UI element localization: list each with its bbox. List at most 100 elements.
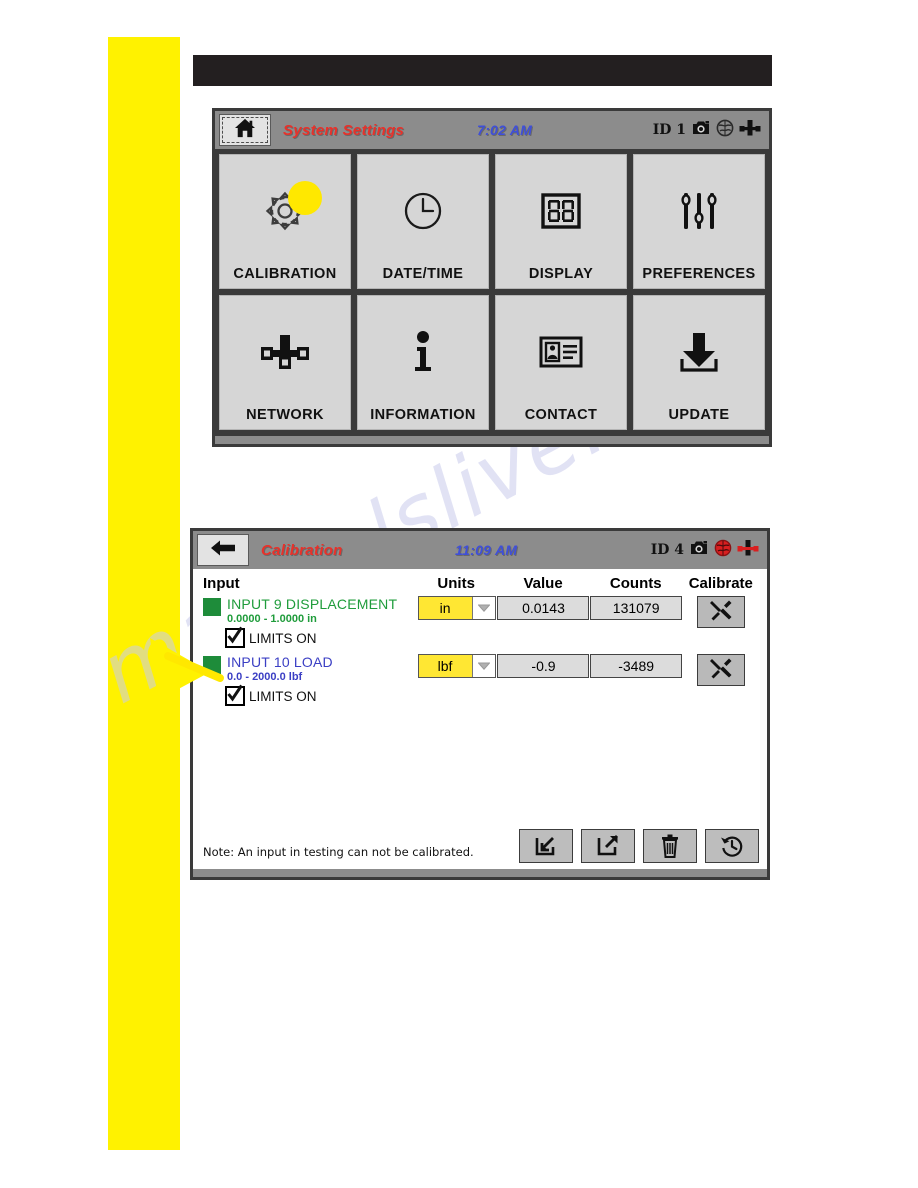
value-field: 0.0143 xyxy=(497,596,590,620)
table-row: INPUT 9 DISPLACEMENT 0.0000 - 1.0000 in … xyxy=(203,596,759,648)
arrow-in-icon xyxy=(535,837,555,856)
page-top-rule xyxy=(193,55,772,86)
tile-label: INFORMATION xyxy=(370,407,476,423)
counts-cell: -3489 xyxy=(589,654,683,678)
screen1-title: System Settings xyxy=(283,121,405,139)
counts-cell: 131079 xyxy=(589,596,683,620)
globe-icon-red[interactable] xyxy=(714,539,732,562)
units-cell: lbf xyxy=(416,654,498,678)
col-header-input: Input xyxy=(203,575,240,592)
limits-checkbox[interactable] xyxy=(225,684,245,706)
chevron-down-icon[interactable] xyxy=(471,597,495,619)
network-icon-red[interactable] xyxy=(737,539,759,562)
units-value: in xyxy=(418,597,472,619)
status-badge xyxy=(203,656,221,674)
col-header-units: Units xyxy=(437,575,475,592)
calibrate-button[interactable] xyxy=(696,654,745,686)
value-cell: 0.0143 xyxy=(497,596,590,620)
calibration-callout-dot xyxy=(288,181,322,215)
chevron-down-icon[interactable] xyxy=(471,655,495,677)
tile-label: UPDATE xyxy=(668,407,730,423)
screen1-header: System Settings 7:02 AM ID 1 xyxy=(215,111,769,149)
calibration-screen: Calibration 11:09 AM ID 4 Input Units Va… xyxy=(190,528,770,880)
screen1-time: 7:02 AM xyxy=(477,122,533,138)
col-header-calibrate: Calibrate xyxy=(688,575,753,592)
tile-preferences[interactable]: PREFERENCES xyxy=(633,154,765,289)
input-cell[interactable]: INPUT 10 LOAD 0.0 - 2000.0 lbf LIMITS ON xyxy=(203,654,416,706)
limits-toggle[interactable]: LIMITS ON xyxy=(225,626,416,648)
screen2-title: Calibration xyxy=(261,541,343,559)
footer-note: Note: An input in testing can not be cal… xyxy=(203,845,474,859)
settings-tile-grid: CALIBRATION DATE/TIME DISPLAY PREFERENCE… xyxy=(215,149,769,436)
back-arrow-icon xyxy=(210,539,236,562)
arrow-out-icon xyxy=(597,835,618,856)
calibrate-button[interactable] xyxy=(696,596,745,628)
footer-button-group xyxy=(519,829,759,863)
info-icon xyxy=(358,296,488,407)
history-icon xyxy=(721,836,743,857)
tile-contact[interactable]: CONTACT xyxy=(495,295,627,430)
col-header-value: Value xyxy=(523,575,563,592)
calibrate-cell xyxy=(683,654,759,686)
home-button[interactable] xyxy=(219,114,271,146)
tile-label: CALIBRATION xyxy=(233,266,337,282)
seven-segment-icon xyxy=(496,155,626,266)
page-highlight-bar xyxy=(108,37,180,1150)
clock-icon xyxy=(358,155,488,266)
tile-network[interactable]: NETWORK xyxy=(219,295,351,430)
screen2-time: 11:09 AM xyxy=(455,542,518,558)
network-icon[interactable] xyxy=(739,119,761,142)
table-row: INPUT 10 LOAD 0.0 - 2000.0 lbf LIMITS ON… xyxy=(203,654,759,706)
export-button[interactable] xyxy=(581,829,635,863)
input-range: 0.0 - 2000.0 lbf xyxy=(227,671,303,683)
globe-icon[interactable] xyxy=(716,119,734,142)
value-cell: -0.9 xyxy=(497,654,590,678)
tile-label: PREFERENCES xyxy=(642,266,756,282)
tile-information[interactable]: INFORMATION xyxy=(357,295,489,430)
gear-icon xyxy=(220,155,350,266)
camera-icon[interactable] xyxy=(691,120,711,141)
back-button[interactable] xyxy=(197,534,249,566)
camera-icon[interactable] xyxy=(689,540,709,561)
tile-display[interactable]: DISPLAY xyxy=(495,154,627,289)
units-dropdown[interactable]: in xyxy=(417,596,496,620)
screen2-status-icons: ID 4 xyxy=(651,539,759,562)
units-value: lbf xyxy=(418,655,472,677)
system-settings-screen: System Settings 7:02 AM ID 1 CALIBRATION… xyxy=(212,108,772,447)
value-field: -0.9 xyxy=(497,654,590,678)
calibrate-cell xyxy=(683,596,759,628)
sliders-icon xyxy=(634,155,764,266)
delete-button[interactable] xyxy=(643,829,697,863)
table-header-row: Input Units Value Counts Calibrate xyxy=(203,575,759,592)
status-badge xyxy=(203,598,221,616)
trash-icon xyxy=(662,834,678,858)
restore-button[interactable] xyxy=(705,829,759,863)
input-name: INPUT 9 DISPLACEMENT xyxy=(227,596,398,612)
contact-card-icon xyxy=(496,296,626,407)
download-icon xyxy=(634,296,764,407)
counts-field: 131079 xyxy=(590,596,683,620)
col-header-counts: Counts xyxy=(609,575,662,592)
limits-label: LIMITS ON xyxy=(249,630,317,646)
calibration-table: Input Units Value Counts Calibrate INPUT… xyxy=(193,569,767,869)
limits-checkbox[interactable] xyxy=(225,626,245,648)
input-cell[interactable]: INPUT 9 DISPLACEMENT 0.0000 - 1.0000 in … xyxy=(203,596,416,648)
screen2-header: Calibration 11:09 AM ID 4 xyxy=(193,531,767,569)
network-icon xyxy=(220,296,350,407)
input-name: INPUT 10 LOAD xyxy=(227,654,333,670)
wrench-screwdriver-icon xyxy=(709,599,733,626)
device-id-label: ID 4 xyxy=(650,542,684,558)
tile-date-time[interactable]: DATE/TIME xyxy=(357,154,489,289)
calibration-footer: Note: An input in testing can not be cal… xyxy=(203,829,759,863)
tile-update[interactable]: UPDATE xyxy=(633,295,765,430)
wrench-screwdriver-icon xyxy=(709,657,733,684)
input-range: 0.0000 - 1.0000 in xyxy=(227,613,317,625)
screen1-status-icons: ID 1 xyxy=(653,119,761,142)
import-button[interactable] xyxy=(519,829,573,863)
limits-toggle[interactable]: LIMITS ON xyxy=(225,684,416,706)
device-id-label: ID 1 xyxy=(652,122,686,138)
tile-label: CONTACT xyxy=(524,407,598,423)
tile-calibration[interactable]: CALIBRATION xyxy=(219,154,351,289)
counts-field: -3489 xyxy=(590,654,683,678)
units-dropdown[interactable]: lbf xyxy=(417,654,496,678)
